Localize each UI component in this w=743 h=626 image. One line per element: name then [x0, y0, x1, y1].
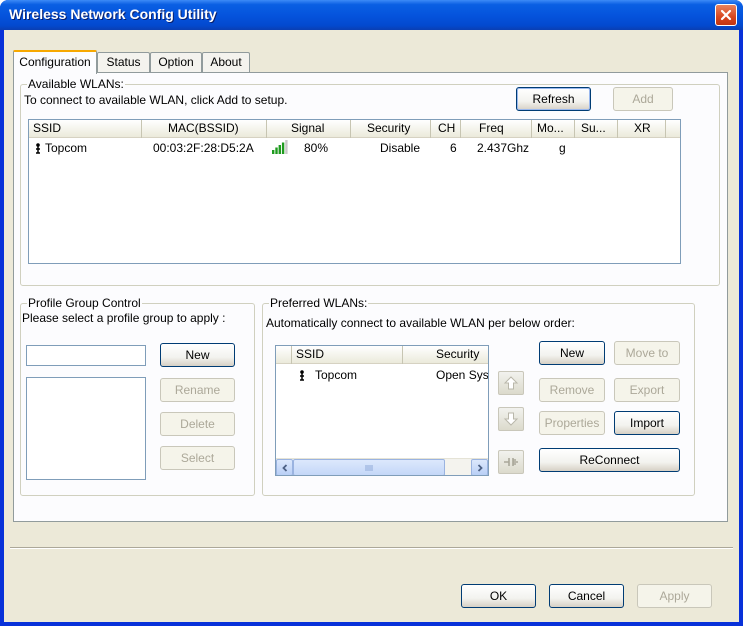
- tab-about[interactable]: About: [202, 52, 250, 73]
- column-pref-ssid[interactable]: SSID: [292, 346, 403, 364]
- app-window: Wireless Network Config Utility Configur…: [0, 0, 743, 626]
- signal-bar: [272, 150, 275, 154]
- title-bar[interactable]: Wireless Network Config Utility: [0, 0, 743, 30]
- antenna-icon: [300, 370, 304, 381]
- row-mac: 00:03:2F:28:D5:2A: [153, 141, 254, 155]
- column-freq[interactable]: Freq: [461, 120, 532, 138]
- column-su[interactable]: Su...: [575, 120, 618, 138]
- signal-bar: [281, 142, 285, 154]
- connect-profile-button[interactable]: [498, 450, 524, 474]
- pref-row-ssid: Topcom: [315, 368, 358, 382]
- close-button[interactable]: [715, 4, 737, 26]
- profile-delete-button[interactable]: Delete: [160, 412, 235, 436]
- chevron-right-icon: [477, 463, 483, 472]
- column-ch[interactable]: CH: [431, 120, 461, 138]
- available-wlans-list[interactable]: SSID MAC(BSSID) Signal Security CH Freq …: [28, 119, 681, 264]
- arrow-down-icon: [503, 412, 519, 426]
- profile-group-legend: Profile Group Control: [27, 296, 142, 310]
- configuration-panel: Available WLANs: To connect to available…: [13, 72, 728, 522]
- grip-icon: [365, 464, 373, 471]
- preferred-instruction: Automatically connect to available WLAN …: [266, 316, 575, 330]
- move-to-button[interactable]: Move to: [614, 341, 680, 365]
- profile-group-name-input[interactable]: [26, 345, 146, 366]
- footer-separator: [10, 547, 733, 549]
- profile-group-control: Profile Group Control Please select a pr…: [20, 296, 255, 496]
- tab-option[interactable]: Option: [150, 52, 202, 73]
- pref-row-security: Open Syst: [436, 368, 488, 382]
- signal-bar: [285, 140, 288, 154]
- remove-button[interactable]: Remove: [539, 378, 605, 402]
- profile-group-list[interactable]: [26, 377, 146, 480]
- row-freq: 2.437Ghz: [477, 141, 530, 155]
- close-icon: [720, 9, 732, 21]
- tab-status[interactable]: Status: [97, 52, 150, 73]
- row-ch: 6: [450, 141, 457, 155]
- column-pref-security[interactable]: Security: [403, 346, 488, 364]
- reconnect-button[interactable]: ReConnect: [539, 448, 680, 472]
- window-title: Wireless Network Config Utility: [9, 6, 217, 22]
- import-button[interactable]: Import: [614, 411, 680, 435]
- column-mac[interactable]: MAC(BSSID): [142, 120, 267, 138]
- refresh-button[interactable]: Refresh: [516, 87, 591, 111]
- scroll-left-button[interactable]: [276, 459, 293, 475]
- available-list-row[interactable]: Topcom 00:03:2F:28:D5:2A 80% Disable 6 2…: [29, 139, 680, 157]
- preferred-wlans-list[interactable]: SSID Security Topcom Open Syst: [275, 345, 489, 476]
- available-wlans-legend: Available WLANs:: [27, 77, 125, 91]
- preferred-new-button[interactable]: New: [539, 341, 605, 365]
- available-wlans-group: Available WLANs: To connect to available…: [20, 77, 720, 286]
- preferred-wlans-group: Preferred WLANs: Automatically connect t…: [262, 296, 695, 496]
- preferred-horizontal-scrollbar[interactable]: [276, 458, 488, 475]
- row-ssid: Topcom: [45, 141, 88, 155]
- available-instruction: To connect to available WLAN, click Add …: [24, 93, 288, 107]
- preferred-wlans-legend: Preferred WLANs:: [269, 296, 369, 310]
- move-up-button[interactable]: [498, 371, 524, 395]
- column-xr[interactable]: XR: [618, 120, 666, 138]
- chevron-left-icon: [281, 463, 287, 472]
- scroll-thumb[interactable]: [293, 459, 445, 475]
- add-button[interactable]: Add: [613, 87, 673, 111]
- move-down-button[interactable]: [498, 407, 524, 431]
- profile-new-button[interactable]: New: [160, 343, 235, 367]
- signal-strength-icon: [272, 140, 288, 154]
- arrow-up-icon: [503, 376, 519, 390]
- row-mode: g: [559, 141, 566, 155]
- preferred-list-header: SSID Security: [276, 346, 488, 364]
- column-security[interactable]: Security: [351, 120, 431, 138]
- tab-configuration[interactable]: Configuration: [13, 50, 97, 74]
- row-security: Disable: [380, 141, 421, 155]
- profile-select-button[interactable]: Select: [160, 446, 235, 470]
- column-signal[interactable]: Signal: [267, 120, 351, 138]
- apply-button[interactable]: Apply: [637, 584, 712, 608]
- signal-bar: [275, 147, 278, 154]
- column-mode[interactable]: Mo...: [532, 120, 575, 138]
- plug-icon: [504, 458, 518, 466]
- profile-rename-button[interactable]: Rename: [160, 378, 235, 402]
- column-ssid[interactable]: SSID: [29, 120, 142, 138]
- cancel-button[interactable]: Cancel: [549, 584, 624, 608]
- signal-bar: [278, 145, 281, 154]
- dialog-client-area: Configuration Status Option About Availa…: [4, 30, 739, 622]
- export-button[interactable]: Export: [614, 378, 680, 402]
- column-order: [276, 346, 292, 364]
- ok-button[interactable]: OK: [461, 584, 536, 608]
- antenna-icon: [36, 143, 40, 154]
- profile-instruction: Please select a profile group to apply :: [22, 311, 226, 325]
- preferred-list-row[interactable]: Topcom Open Syst: [276, 366, 488, 384]
- scroll-right-button[interactable]: [471, 459, 488, 475]
- properties-button[interactable]: Properties: [539, 411, 605, 435]
- row-signal: 80%: [304, 141, 329, 155]
- available-list-header: SSID MAC(BSSID) Signal Security CH Freq …: [29, 120, 680, 138]
